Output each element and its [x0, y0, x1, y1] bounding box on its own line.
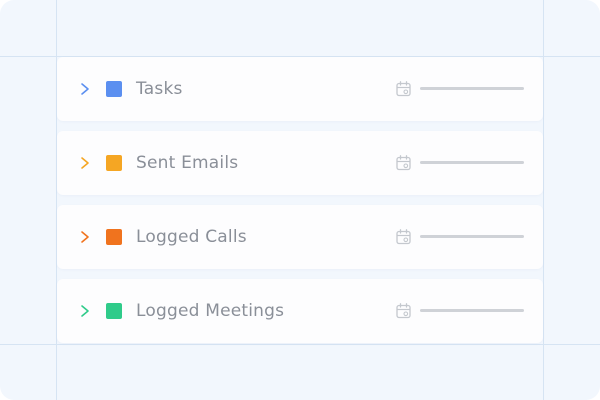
- activity-preview-frame: Tasks Sent Emails Logged Calls Logged Me…: [0, 0, 600, 400]
- guide-line-horizontal-bottom: [0, 344, 600, 345]
- guide-line-vertical-right: [543, 0, 544, 400]
- activity-label: Tasks: [136, 79, 183, 99]
- placeholder-bar: [420, 309, 524, 312]
- activity-label: Logged Calls: [136, 227, 247, 247]
- activity-label: Logged Meetings: [136, 301, 285, 321]
- calendar-icon: [396, 155, 411, 171]
- activity-row-sent-emails[interactable]: Sent Emails: [57, 131, 543, 195]
- chevron-right-icon[interactable]: [79, 156, 91, 170]
- calendar-icon: [396, 81, 411, 97]
- placeholder-bar: [420, 161, 524, 164]
- activity-label: Sent Emails: [136, 153, 239, 173]
- chevron-right-icon[interactable]: [79, 304, 91, 318]
- activity-row-tasks[interactable]: Tasks: [57, 57, 543, 121]
- placeholder-bar: [420, 235, 524, 238]
- color-swatch: [106, 303, 122, 319]
- color-swatch: [106, 155, 122, 171]
- activity-row-logged-calls[interactable]: Logged Calls: [57, 205, 543, 269]
- chevron-right-icon[interactable]: [79, 230, 91, 244]
- color-swatch: [106, 81, 122, 97]
- calendar-icon: [396, 303, 411, 319]
- color-swatch: [106, 229, 122, 245]
- placeholder-bar: [420, 87, 524, 90]
- activity-list: Tasks Sent Emails Logged Calls Logged Me…: [57, 57, 543, 344]
- activity-row-logged-meetings[interactable]: Logged Meetings: [57, 279, 543, 343]
- calendar-icon: [396, 229, 411, 245]
- chevron-right-icon[interactable]: [79, 82, 91, 96]
